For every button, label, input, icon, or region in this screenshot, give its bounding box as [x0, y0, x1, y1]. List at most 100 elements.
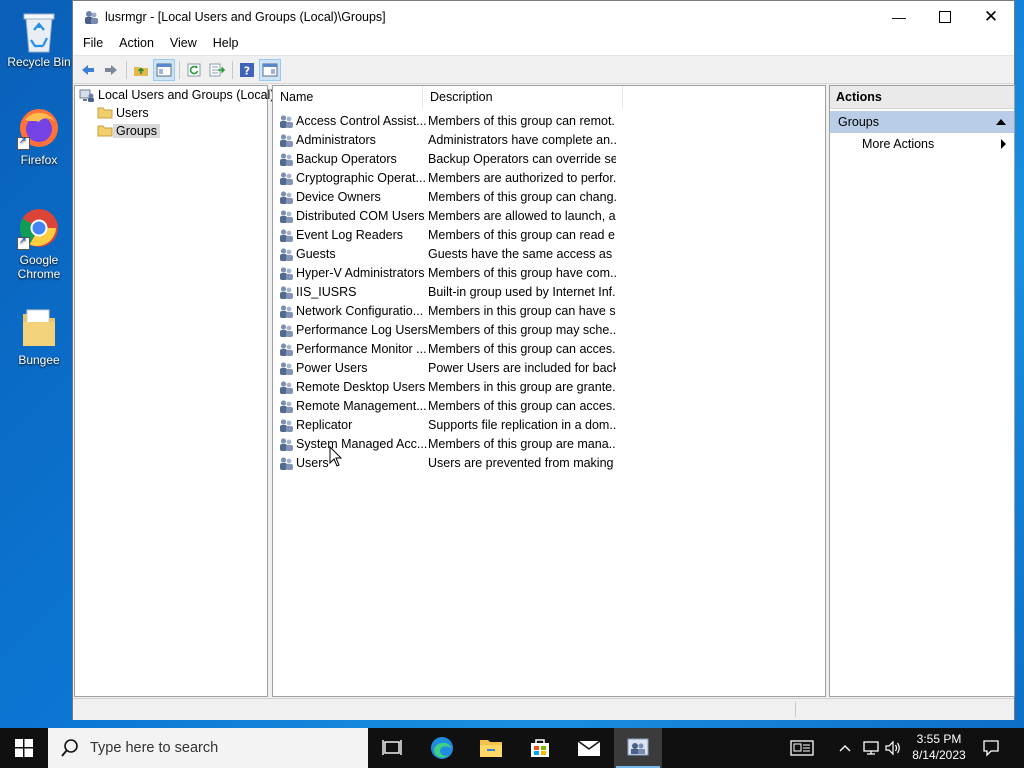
maximize-icon: [939, 10, 951, 23]
list-item[interactable]: Hyper-V Administrators Members of this gr…: [278, 263, 616, 282]
column-headers: Name Description: [273, 86, 825, 108]
list-item[interactable]: Guests Guests have the same access as m..…: [278, 244, 616, 263]
computer-users-icon: [79, 89, 94, 102]
taskbar-file-explorer-button[interactable]: [467, 728, 515, 768]
collapse-up-icon[interactable]: [996, 119, 1006, 125]
taskbar-clock[interactable]: 3:55 PM 8/14/2023: [906, 731, 972, 763]
group-description: Members in this group can have s...: [428, 303, 616, 318]
list-item[interactable]: Distributed COM Users Members are allowed…: [278, 206, 616, 225]
group-name: Distributed COM Users: [296, 208, 425, 223]
list-item[interactable]: Replicator Supports file replication in a…: [278, 415, 616, 434]
tree-root-local-users-groups[interactable]: Local Users and Groups (Local): [79, 86, 277, 104]
submenu-arrow-icon: [1001, 139, 1006, 149]
store-icon: [531, 739, 549, 757]
close-button[interactable]: ✕: [968, 1, 1014, 32]
forward-icon: [105, 64, 117, 75]
list-item[interactable]: Performance Monitor ... Members of this g…: [278, 339, 616, 358]
actions-group-groups[interactable]: Groups: [830, 111, 1014, 133]
group-description: Members of this group can remot...: [428, 113, 616, 128]
close-icon: ✕: [983, 6, 999, 26]
show-hide-console-tree-button[interactable]: [153, 58, 175, 81]
taskbar-edge-button[interactable]: [418, 728, 466, 768]
list-item[interactable]: Remote Management... Members of this grou…: [278, 396, 616, 415]
back-button[interactable]: [77, 59, 99, 81]
title-bar[interactable]: lusrmgr - [Local Users and Groups (Local…: [73, 1, 1014, 32]
group-icon: [280, 304, 293, 318]
status-bar-divider: [795, 702, 796, 717]
group-name: Performance Log Users: [296, 322, 428, 337]
up-one-level-button[interactable]: [130, 59, 152, 81]
group-icon: [280, 285, 293, 299]
group-icon: [280, 437, 293, 451]
menu-view[interactable]: View: [162, 36, 205, 50]
mouse-cursor-icon: [329, 446, 343, 467]
task-view-button[interactable]: [368, 728, 416, 768]
group-name: IIS_IUSRS: [296, 284, 357, 299]
groups-list: Access Control Assist... Members of this …: [278, 111, 616, 472]
network-button[interactable]: [862, 728, 880, 768]
list-item[interactable]: Network Configuratio... Members in this g…: [278, 301, 616, 320]
start-button[interactable]: [0, 728, 48, 768]
refresh-button[interactable]: [183, 59, 205, 81]
toolbar-separator: [232, 60, 233, 79]
volume-button[interactable]: [884, 728, 902, 768]
group-description: Members of this group can acces...: [428, 398, 616, 413]
show-hidden-icons-button[interactable]: [838, 728, 852, 768]
taskbar-store-button[interactable]: [516, 728, 564, 768]
group-description: Members of this group can chang...: [428, 189, 616, 204]
list-item[interactable]: Cryptographic Operat... Members are autho…: [278, 168, 616, 187]
help-button[interactable]: ?: [236, 59, 258, 81]
folder-icon: [97, 125, 113, 137]
list-item[interactable]: Backup Operators Backup Operators can ove…: [278, 149, 616, 168]
tree-item-users[interactable]: Users: [97, 104, 152, 122]
show-hide-action-pane-button[interactable]: [259, 58, 281, 81]
lusrmgr-window: lusrmgr - [Local Users and Groups (Local…: [72, 0, 1015, 720]
group-icon: [280, 209, 293, 223]
list-item[interactable]: IIS_IUSRS Built-in group used by Internet…: [278, 282, 616, 301]
shortcut-arrow-icon: [17, 235, 30, 250]
help-icon: ?: [240, 62, 254, 77]
group-description: Guests have the same access as m...: [428, 246, 616, 261]
volume-icon: [885, 740, 900, 756]
minimize-button[interactable]: —: [876, 1, 922, 32]
notifications-button[interactable]: [982, 728, 1000, 768]
list-item[interactable]: Performance Log Users Members of this gro…: [278, 320, 616, 339]
news-widget-button[interactable]: [790, 728, 814, 768]
group-icon: [280, 323, 293, 337]
menu-action[interactable]: Action: [111, 36, 162, 50]
more-actions-item[interactable]: More Actions: [830, 133, 1014, 155]
group-description: Members of this group have com...: [428, 265, 616, 280]
desktop-icon-bungee[interactable]: Bungee: [4, 306, 74, 367]
actions-header: Actions: [830, 86, 1014, 109]
mail-icon: [577, 740, 601, 756]
tree-item-groups[interactable]: Groups: [97, 122, 160, 140]
group-icon: [280, 152, 293, 166]
group-icon: [280, 342, 293, 356]
taskbar-search-box[interactable]: Type here to search: [48, 728, 368, 768]
list-item[interactable]: Power Users Power Users are included for …: [278, 358, 616, 377]
desktop-icon-chrome[interactable]: Google Chrome: [4, 206, 74, 281]
export-list-button[interactable]: [206, 59, 228, 81]
group-description: Members in this group are grante...: [428, 379, 616, 394]
export-list-icon: [209, 63, 225, 76]
group-icon: [280, 228, 293, 242]
group-description: Power Users are included for back...: [428, 360, 616, 375]
list-item[interactable]: Event Log Readers Members of this group c…: [278, 225, 616, 244]
group-name: Guests: [296, 246, 336, 261]
menu-help[interactable]: Help: [205, 36, 247, 50]
desktop-icon-firefox[interactable]: Firefox: [4, 106, 74, 167]
group-icon: [280, 190, 293, 204]
list-item[interactable]: Access Control Assist... Members of this …: [278, 111, 616, 130]
group-name: Remote Management...: [296, 398, 427, 413]
menu-file[interactable]: File: [75, 36, 111, 50]
taskbar-mail-button[interactable]: [565, 728, 613, 768]
list-item[interactable]: Device Owners Members of this group can c…: [278, 187, 616, 206]
column-header-description[interactable]: Description: [423, 86, 623, 108]
list-item[interactable]: Administrators Administrators have comple…: [278, 130, 616, 149]
taskbar-lusrmgr-button[interactable]: [614, 728, 662, 768]
maximize-button[interactable]: [922, 1, 968, 32]
desktop-icon-recycle-bin[interactable]: Recycle Bin: [4, 8, 74, 69]
forward-button[interactable]: [100, 59, 122, 81]
list-item[interactable]: Remote Desktop Users Members in this grou…: [278, 377, 616, 396]
column-header-name[interactable]: Name: [273, 86, 423, 108]
